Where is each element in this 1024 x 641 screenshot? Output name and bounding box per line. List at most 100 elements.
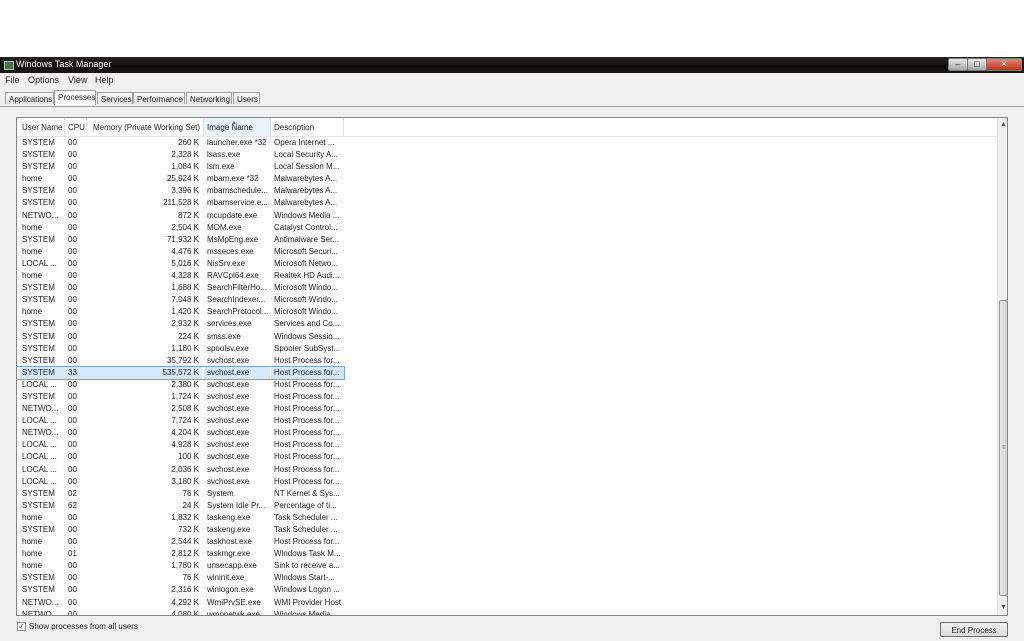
cell-image-name: SearchIndexer... <box>207 295 266 305</box>
column-header-description[interactable]: Description <box>271 118 344 136</box>
process-row[interactable]: SYSTEM 00 2,316 K winlogon.exe Windows Logon… <box>17 584 997 596</box>
show-all-users-checkbox[interactable]: ✓ <box>17 622 26 631</box>
process-row[interactable]: SYSTEM 00 1,688 K SearchFilterHo... Microsof… <box>17 282 997 294</box>
menu-help[interactable]: Help <box>95 75 114 85</box>
scroll-up-arrow-icon[interactable]: ▲ <box>998 118 1007 132</box>
tab-users[interactable]: Users <box>233 92 260 104</box>
process-row[interactable]: SYSTEM 02 76 K System NT Kernel & Sys... <box>17 488 997 500</box>
sort-ascending-icon: ▲ <box>231 120 237 126</box>
process-row[interactable]: home 00 4,476 K msseces.exe Microsoft Securi… <box>17 246 997 258</box>
process-row[interactable]: SYSTEM 33 535,572 Ksvchost.exe Host Process… <box>17 365 345 380</box>
process-row[interactable]: SYSTEM 00 35,792 K svchost.exe Host Process … <box>17 355 997 367</box>
cell-user-name: LOCAL ... <box>22 464 57 474</box>
cell-memory: 2,328 K <box>171 150 199 160</box>
cell-description: Windows Sessio... <box>274 331 340 341</box>
cell-image-name: mcupdate.exe <box>207 210 258 220</box>
process-row[interactable]: SYSTEM 00 71,932 K MsMpEng.exe Antimalware S… <box>17 234 997 246</box>
scrollbar-thumb[interactable]: ≡ <box>999 300 1007 596</box>
process-row[interactable]: LOCAL ... 00 4,928 K svchost.exe Host Proces… <box>17 439 997 451</box>
tab-performance[interactable]: Performance <box>133 92 185 104</box>
process-row[interactable]: SYSTEM 62 24 K System Idle Pr... Percentage … <box>17 500 997 512</box>
close-button[interactable]: ✕ <box>986 58 1022 71</box>
cell-cpu: 00 <box>68 537 77 547</box>
title-bar[interactable]: Windows Task Manager – □ ✕ <box>0 57 1024 73</box>
process-row[interactable]: LOCAL ... 00 7,724 K svchost.exe Host Proces… <box>17 415 997 427</box>
cell-memory: 4,292 K <box>171 597 199 607</box>
process-row[interactable]: SYSTEM 00 76 K wininit.exe Windows Start-... <box>17 572 997 584</box>
column-header-cpu[interactable]: CPU <box>65 118 87 136</box>
process-row[interactable]: SYSTEM 00 732 K taskeng.exe Task Scheduler .… <box>17 524 997 536</box>
process-row[interactable]: LOCAL ... 00 5,016 K NisSrv.exe Microsoft Ne… <box>17 258 997 270</box>
process-row[interactable]: NETWO... 00 872 K mcupdate.exe Windows Media… <box>17 210 997 222</box>
process-row[interactable]: SYSTEM 00 224 K smss.exe Windows Sessio... <box>17 331 997 343</box>
process-row[interactable]: SYSTEM 00 260 K launcher.exe *32 Opera Inter… <box>17 137 997 149</box>
column-header-image-name[interactable]: ▲ Image Name <box>204 118 271 136</box>
process-row[interactable]: home 00 2,504 K MOM.exe Catalyst Control... <box>17 222 997 234</box>
process-row[interactable]: SYSTEM 00 211,528 K mbamservice.e... Malware… <box>17 197 997 209</box>
cell-user-name: home <box>22 174 43 184</box>
process-row[interactable]: NETWO... 00 4,080 K wmpnetwk.exe Windows Med… <box>17 609 997 615</box>
process-row[interactable]: SYSTEM 00 1,724 K svchost.exe Host Process f… <box>17 391 997 403</box>
cell-cpu: 00 <box>68 307 77 317</box>
menu-file[interactable]: File <box>5 75 20 85</box>
cell-description: WMI Provider Host <box>274 597 342 607</box>
cell-image-name: NisSrv.exe <box>207 258 246 268</box>
cell-image-name: WmiPrvSE.exe <box>207 597 261 607</box>
process-row[interactable]: NETWO... 00 4,204 K svchost.exe Host Process… <box>17 427 997 439</box>
process-row[interactable]: NETWO... 00 2,508 K svchost.exe Host Process… <box>17 403 997 415</box>
cell-memory: 4,476 K <box>171 246 199 256</box>
process-row[interactable]: NETWO... 00 4,292 K WmiPrvSE.exe WMI Provide… <box>17 597 997 609</box>
tab-applications[interactable]: Applications <box>5 92 54 104</box>
process-row[interactable]: home 00 1,832 K taskeng.exe Task Scheduler .… <box>17 512 997 524</box>
process-row[interactable]: home 00 25,924 K mbam.exe *32 Malwarebytes A… <box>17 173 997 185</box>
process-row[interactable]: LOCAL ... 00 2,380 K svchost.exe Host Proces… <box>17 379 997 391</box>
column-header-row: User Name CPU Memory (Private Working Se… <box>17 118 997 137</box>
cell-cpu: 00 <box>68 452 77 462</box>
process-row[interactable]: LOCAL ... 00 2,036 K svchost.exe Host Proces… <box>17 464 997 476</box>
menu-view[interactable]: View <box>68 75 87 85</box>
process-row[interactable]: home 01 2,812 K taskmgr.exe Windows Task M..… <box>17 548 997 560</box>
cell-user-name: SYSTEM <box>22 391 55 401</box>
cell-description: Host Process for... <box>274 476 340 486</box>
cell-memory: 3,180 K <box>171 476 199 486</box>
process-row[interactable]: LOCAL ... 00 3,180 K svchost.exe Host Proces… <box>17 476 997 488</box>
process-row[interactable]: home 00 1,420 K SearchProtocol... Microsoft … <box>17 306 997 318</box>
cell-image-name: lsm.exe <box>207 162 235 172</box>
process-row[interactable]: LOCAL ... 00 100 K svchost.exe Host Process … <box>17 451 997 463</box>
process-row[interactable]: SYSTEM 00 1,180 K spoolsv.exe Spooler SubSys… <box>17 343 997 355</box>
cell-image-name: SearchFilterHo... <box>207 283 268 293</box>
process-row[interactable]: home 00 1,780 K unsecapp.exe Sink to receive… <box>17 560 997 572</box>
cell-image-name: wininit.exe <box>207 573 245 583</box>
tab-processes[interactable]: Processes <box>54 90 96 105</box>
vertical-scrollbar[interactable]: ▲ ≡ ▼ <box>997 118 1007 615</box>
cell-image-name: unsecapp.exe <box>207 561 257 571</box>
cell-user-name: SYSTEM <box>22 500 55 510</box>
cell-cpu: 00 <box>68 512 77 522</box>
process-row[interactable]: SYSTEM 00 7,048 K SearchIndexer... Microsoft… <box>17 294 997 306</box>
cell-description: Malwarebytes A... <box>274 198 338 208</box>
process-row[interactable]: SYSTEM 00 2,328 K lsass.exe Local Security A… <box>17 149 997 161</box>
column-header-memory[interactable]: Memory (Private Working Set) <box>87 118 204 136</box>
cell-user-name: SYSTEM <box>22 138 55 147</box>
minimize-button[interactable]: – <box>948 58 968 71</box>
end-process-button[interactable]: End Process <box>940 622 1008 637</box>
cell-memory: 76 K <box>182 488 199 498</box>
menu-options[interactable]: Options <box>28 75 59 85</box>
process-list[interactable]: User Name CPU Memory (Private Working Se… <box>16 117 1008 616</box>
cell-memory: 1,780 K <box>171 561 199 571</box>
process-row[interactable]: home 00 2,544 K taskhost.exe Host Process fo… <box>17 536 997 548</box>
process-row[interactable]: SYSTEM 00 3,396 K mbamschedule... Malwarebyt… <box>17 185 997 197</box>
tab-services[interactable]: Services <box>97 92 133 104</box>
process-row[interactable]: home 00 4,328 K RAVCpl64.exe Realtek HD Audi… <box>17 270 997 282</box>
cell-image-name: spoolsv.exe <box>207 343 249 353</box>
process-row[interactable]: SYSTEM 00 2,932 K services.exe Services and … <box>17 318 997 330</box>
cell-user-name: SYSTEM <box>22 234 55 244</box>
tab-networking[interactable]: Networking <box>186 92 232 104</box>
column-header-user-name[interactable]: User Name <box>19 118 65 136</box>
process-row[interactable]: SYSTEM 00 1,084 K lsm.exe Local Session M... <box>17 161 997 173</box>
cell-description: Host Process for... <box>274 416 340 426</box>
cell-image-name: mbamservice.e... <box>207 198 268 208</box>
cell-description: Windows Logon ... <box>274 585 340 595</box>
scroll-down-arrow-icon[interactable]: ▼ <box>998 601 1007 615</box>
maximize-button[interactable]: □ <box>967 58 987 71</box>
